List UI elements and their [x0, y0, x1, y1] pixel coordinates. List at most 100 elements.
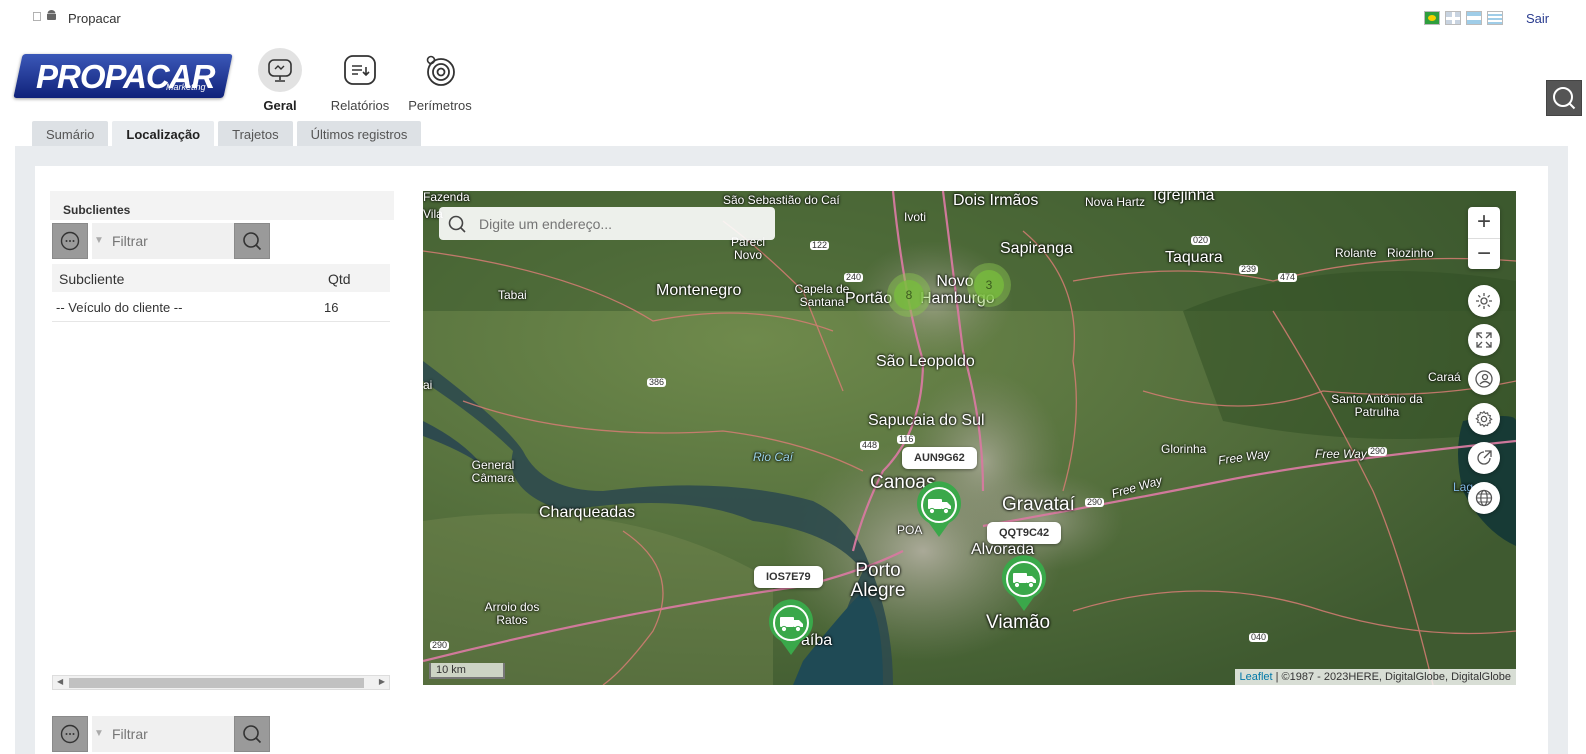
- address-search-input[interactable]: [479, 215, 759, 232]
- nav-label: Geral: [263, 98, 297, 113]
- map-label: Santo Antônio da Patrulha: [1331, 392, 1423, 419]
- route-shield: 040: [1249, 632, 1269, 643]
- gear-icon: [1475, 410, 1493, 428]
- target-icon: [418, 48, 462, 92]
- map-scale: 10 km: [429, 663, 505, 679]
- filter-options-button[interactable]: [52, 716, 88, 752]
- report-icon: [338, 48, 382, 92]
- tab-ultimos-registros[interactable]: Últimos registros: [296, 121, 422, 147]
- uruguay-flag-icon[interactable]: [1487, 11, 1503, 25]
- more-options-icon: [60, 231, 80, 251]
- vehicle-marker[interactable]: [915, 481, 963, 539]
- table-row[interactable]: -- Veículo do cliente -- 16: [52, 292, 390, 322]
- zoom-in-button[interactable]: +: [1468, 207, 1500, 238]
- route-shield: 240: [844, 272, 864, 283]
- refresh-button[interactable]: [1468, 442, 1500, 474]
- map-label: Charqueadas: [539, 504, 636, 521]
- app-name[interactable]: Propacar: [68, 11, 121, 26]
- map-label: Viamão: [986, 612, 1051, 633]
- user-location-icon: [1475, 370, 1493, 388]
- secondary-filter-input[interactable]: [106, 716, 234, 752]
- main-nav: Geral Relatórios Perímetros: [240, 48, 480, 113]
- marker-cluster[interactable]: 8: [887, 273, 931, 317]
- tab-bar: Sumário Localização Trajetos Últimos reg…: [32, 121, 422, 147]
- external-link-icon: [1477, 450, 1492, 465]
- map-label: Rio Caí: [753, 450, 794, 464]
- zoom-out-button[interactable]: −: [1468, 238, 1500, 269]
- vehicle-plate-label[interactable]: IOS7E79: [754, 566, 823, 588]
- tab-localizacao[interactable]: Localização: [112, 121, 215, 147]
- map-label: Rolante: [1335, 246, 1377, 260]
- user-location-button[interactable]: [1468, 363, 1500, 395]
- tab-sumario[interactable]: Sumário: [32, 121, 109, 147]
- map-label: Porto Alegre: [850, 560, 906, 601]
- address-search: [439, 207, 775, 240]
- search-icon: [243, 725, 262, 744]
- search-icon: [243, 232, 262, 251]
- map-view[interactable]: São Sebastião do Caí Dois Irmãos Nova Ha…: [423, 191, 1516, 685]
- cluster-count: 8: [894, 280, 924, 310]
- global-search-button[interactable]: [1546, 80, 1582, 116]
- settings-button[interactable]: [1468, 403, 1500, 435]
- scroll-left-icon[interactable]: ◀: [57, 677, 63, 686]
- satellite-imagery: [423, 191, 1516, 685]
- map-label: Ivoti: [904, 210, 927, 224]
- uk-flag-icon[interactable]: [1445, 11, 1461, 25]
- propacar-logo[interactable]: PROPACAR Marketing: [13, 54, 233, 98]
- subclient-name: -- Veículo do cliente --: [56, 300, 183, 315]
- map-label: Caraá: [1428, 370, 1461, 384]
- logout-link[interactable]: Sair: [1526, 11, 1549, 26]
- map-layers-button[interactable]: [1468, 482, 1500, 514]
- map-label: Glorinha: [1161, 442, 1207, 456]
- nav-geral[interactable]: Geral: [240, 48, 320, 113]
- filter-search-button[interactable]: [234, 223, 270, 259]
- marker-cluster[interactable]: 3: [967, 263, 1011, 307]
- subclients-table-header: Subcliente Qtd: [52, 264, 390, 292]
- logo-subtitle: Marketing: [166, 82, 206, 92]
- filter-options-button[interactable]: [52, 223, 88, 259]
- scrollbar-thumb[interactable]: [69, 678, 364, 688]
- map-label: Fazenda: [423, 191, 470, 204]
- map-label: Gravataí: [1002, 494, 1075, 515]
- zoom-control: + −: [1468, 207, 1500, 269]
- truck-marker-icon: [1002, 555, 1046, 611]
- scroll-right-icon[interactable]: ▶: [379, 677, 385, 686]
- sun-icon: [1476, 293, 1492, 309]
- filter-search-button[interactable]: [234, 716, 270, 752]
- map-label: ai: [423, 378, 433, 392]
- search-icon: [1553, 87, 1576, 110]
- column-header-qtd[interactable]: Qtd: [328, 271, 351, 287]
- cluster-count: 3: [974, 270, 1004, 300]
- nav-perimetros[interactable]: Perímetros: [400, 48, 480, 113]
- horizontal-scrollbar[interactable]: ◀ ▶: [52, 675, 390, 690]
- map-label: Sapucaia do Sul: [868, 412, 985, 429]
- map-label: Taquara: [1165, 249, 1223, 266]
- monitor-icon: [258, 48, 302, 92]
- map-label: Igrejinha: [1153, 191, 1215, 204]
- tab-trajetos[interactable]: Trajetos: [218, 121, 293, 147]
- fullscreen-button[interactable]: [1468, 324, 1500, 356]
- map-label: Free Way: [1315, 447, 1367, 461]
- column-header-subcliente[interactable]: Subcliente: [59, 271, 124, 287]
- map-label: Montenegro: [656, 282, 742, 299]
- vehicle-plate-label[interactable]: AUN9G62: [902, 447, 977, 469]
- subclients-filter-input[interactable]: [106, 223, 234, 259]
- filter-dropdown-arrow[interactable]: ▼: [92, 716, 106, 752]
- vehicle-marker[interactable]: [767, 599, 815, 657]
- vehicle-marker[interactable]: [1000, 555, 1048, 613]
- map-attribution: Leaflet | ©1987 - 2023HERE, DigitalGlobe…: [1234, 669, 1516, 685]
- argentina-flag-icon[interactable]: [1466, 11, 1482, 25]
- nav-label: Perímetros: [408, 98, 472, 113]
- traffic-layer-button[interactable]: [1468, 285, 1500, 317]
- secondary-filter: ▼: [52, 716, 270, 752]
- brazil-flag-icon[interactable]: [1424, 11, 1440, 25]
- map-label: Nova Hartz: [1085, 195, 1146, 209]
- leaflet-link[interactable]: Leaflet: [1240, 671, 1273, 683]
- route-shield: 448: [860, 440, 880, 451]
- subclient-qtd: 16: [324, 300, 339, 315]
- map-label: Tabai: [498, 288, 527, 302]
- language-selector: [1424, 11, 1503, 25]
- vehicle-plate-label[interactable]: QQT9C42: [987, 522, 1062, 544]
- nav-relatorios[interactable]: Relatórios: [320, 48, 400, 113]
- filter-dropdown-arrow[interactable]: ▼: [92, 223, 106, 259]
